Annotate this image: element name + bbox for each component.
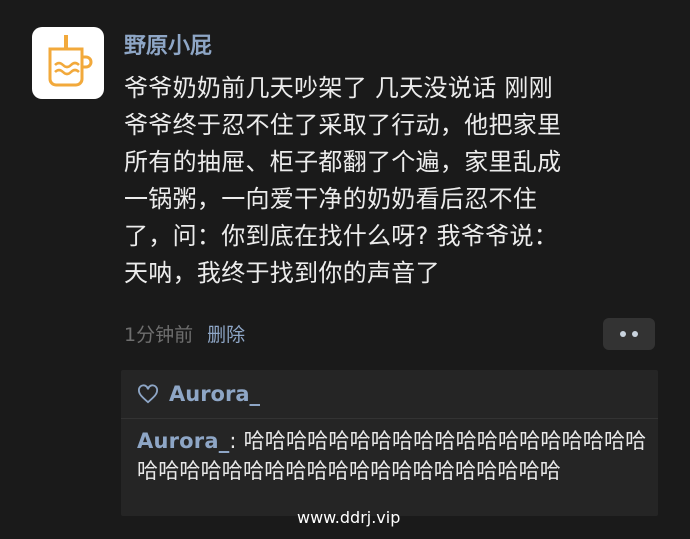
watermark: www.ddrj.vip	[297, 508, 401, 527]
more-dots-icon	[632, 331, 638, 337]
comment-author[interactable]: Aurora_	[137, 429, 229, 453]
post-meta: 1分钟前 删除	[124, 320, 245, 347]
cup-icon	[48, 35, 93, 87]
more-button[interactable]	[603, 318, 655, 350]
likes-row: Aurora_	[137, 382, 260, 406]
post-time: 1分钟前	[124, 324, 194, 346]
post-username[interactable]: 野原小屁	[124, 28, 212, 60]
divider	[121, 418, 658, 419]
comments-panel: Aurora_ Aurora_: 哈哈哈哈哈哈哈哈哈哈哈哈哈哈哈哈哈哈哈哈哈哈哈…	[121, 370, 658, 516]
liked-by-name[interactable]: Aurora_	[169, 382, 260, 406]
delete-link[interactable]: 删除	[207, 320, 245, 347]
comment-item[interactable]: Aurora_: 哈哈哈哈哈哈哈哈哈哈哈哈哈哈哈哈哈哈哈哈哈哈哈哈哈哈哈哈哈哈哈…	[137, 426, 647, 486]
more-dots-icon	[620, 331, 626, 337]
comment-separator: :	[229, 429, 244, 453]
heart-outline-icon	[138, 384, 158, 404]
post-text: 爷爷奶奶前几天吵架了 几天没说话 刚刚 爷爷终于忍不住了采取了行动，他把家里 所…	[124, 74, 562, 287]
avatar[interactable]	[32, 27, 104, 99]
